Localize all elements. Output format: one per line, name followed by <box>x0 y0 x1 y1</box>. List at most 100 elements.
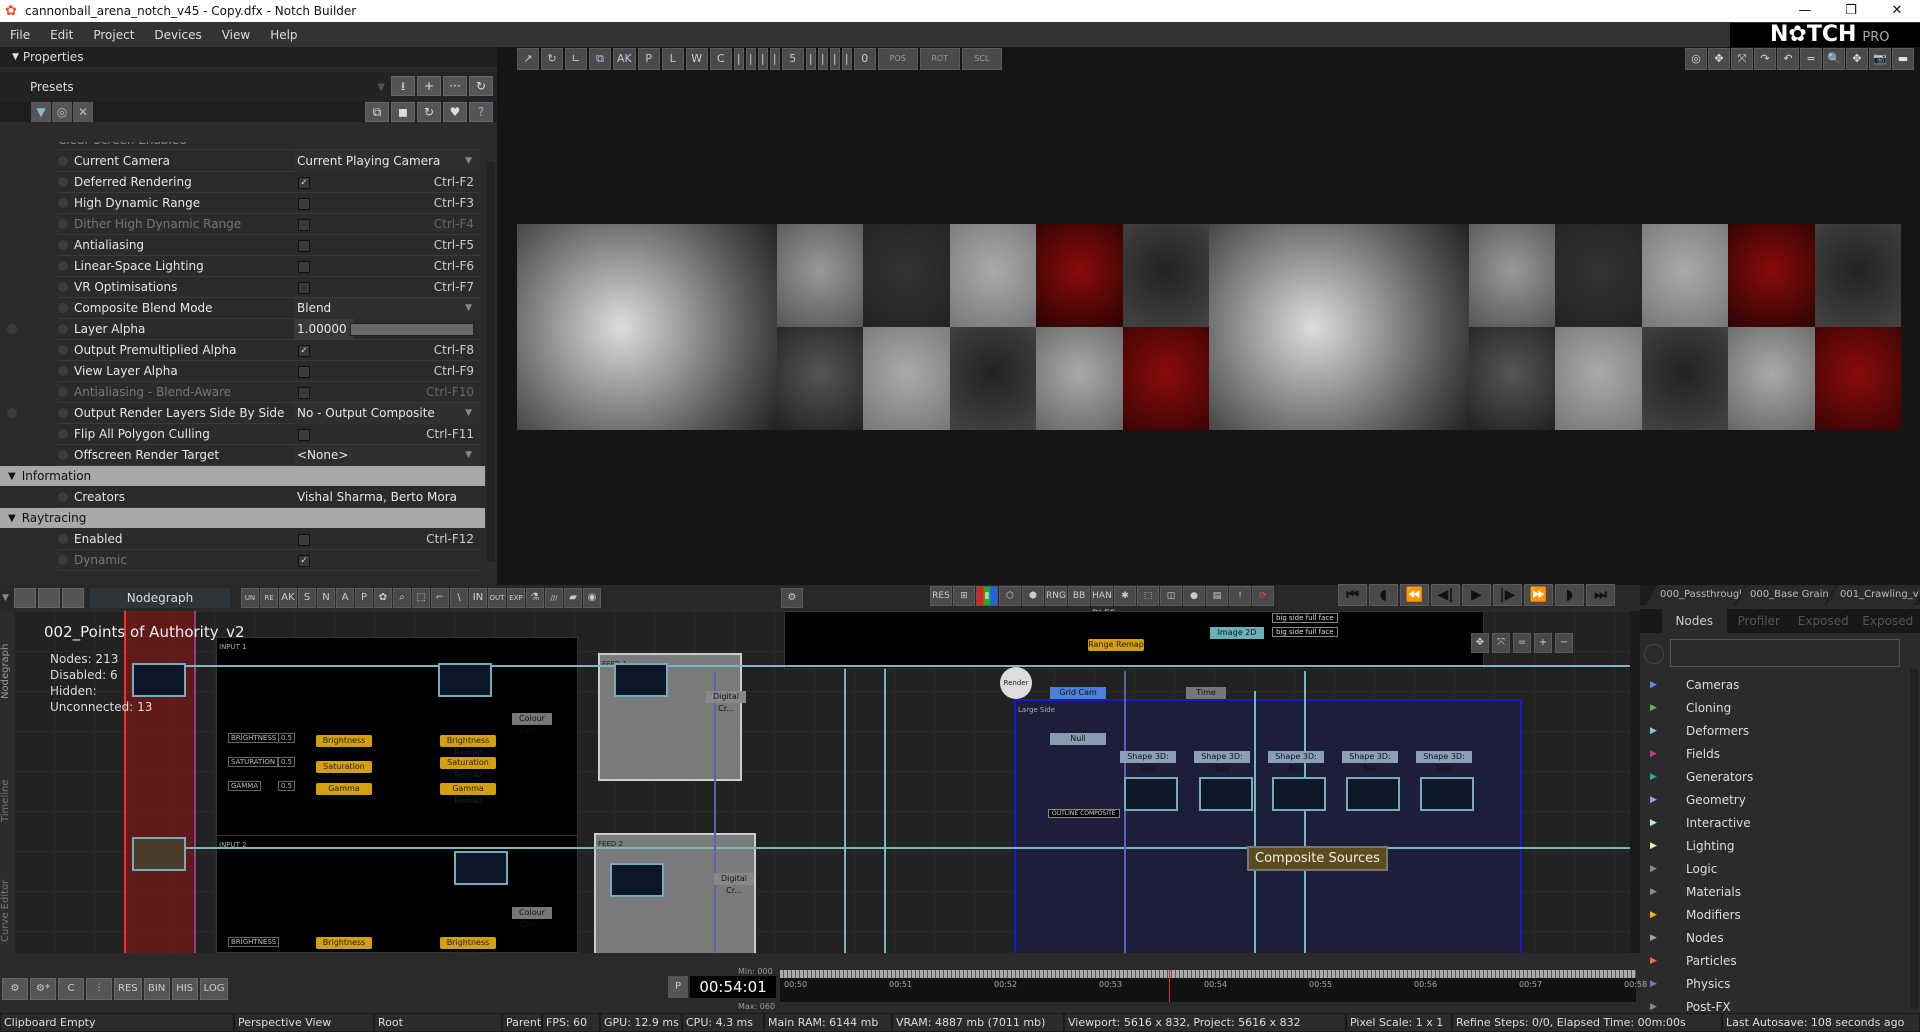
download-preset-button[interactable]: ⭳ <box>391 76 415 96</box>
label-big-side[interactable]: big side full face <box>1272 627 1338 637</box>
preview-tool-icon4[interactable]: ⬢ <box>1022 586 1044 606</box>
viewport-tool-[interactable]: | <box>745 48 756 70</box>
viewport-tool-[interactable]: | <box>805 48 816 70</box>
prev-marker-icon[interactable]: ◖ <box>1369 584 1398 606</box>
preview-tool-icon3[interactable]: ⬡ <box>999 586 1021 606</box>
favourite-icon[interactable]: ♥ <box>443 102 467 122</box>
category-deformers[interactable]: ▶ Deformers <box>1640 719 1910 742</box>
preview-tool-icon8[interactable]: ✱ <box>1114 586 1136 606</box>
file-tab[interactable]: 001_Crawling_v3 <box>1826 585 1920 605</box>
zoom-icon[interactable]: 🔍 <box>1823 48 1845 70</box>
skip-start-icon[interactable]: ⏮ <box>1338 584 1367 606</box>
layer-alpha-slider[interactable] <box>350 323 474 336</box>
render-node[interactable]: Render <box>1000 667 1032 699</box>
keyframe-icon[interactable] <box>58 366 68 376</box>
advanced-settings-icon[interactable]: ⚙* <box>30 978 56 1000</box>
shape-3d-node[interactable]: Shape 3D: Box <box>1342 751 1398 773</box>
output-premultiplied-alpha-checkbox[interactable]: ✓ <box>298 345 310 357</box>
camera-icon[interactable]: 📷 <box>1869 48 1891 70</box>
category-nodes[interactable]: ▶ Nodes <box>1640 926 1910 949</box>
menu-view[interactable]: View <box>212 28 260 42</box>
keyframe-icon[interactable] <box>58 282 68 292</box>
preview-tool-icon13[interactable]: ! <box>1229 586 1251 606</box>
section-raytracing[interactable]: ▼ Raytracing <box>0 508 485 528</box>
brightness-remap-node[interactable]: Brightness Remap <box>440 937 496 953</box>
param-brightness[interactable]: BRIGHTNESS <box>228 733 280 743</box>
preview-tool-icon2[interactable]: ▮ <box>976 586 998 606</box>
refresh-button[interactable]: ↻ <box>469 76 493 96</box>
nodegraph-canvas[interactable]: 002_Points of Authority_v2 Nodes: 213 Di… <box>14 611 1630 953</box>
keyframe-icon[interactable] <box>58 555 68 565</box>
timeline-ruler[interactable]: 00:50 00:51 00:52 00:53 00:54 00:55 00:56 00:57… <box>780 970 1647 1010</box>
video-node[interactable] <box>614 663 668 697</box>
category-generators[interactable]: ▶ Generators <box>1640 765 1910 788</box>
menu-devices[interactable]: Devices <box>144 28 211 42</box>
view-layer-alpha-checkbox[interactable] <box>298 366 310 378</box>
viewport-tool-rot[interactable]: ROT <box>919 48 960 70</box>
preview-tool-han-dles[interactable]: HAN DLES <box>1091 586 1115 619</box>
zoom-in-icon[interactable]: + <box>1534 633 1552 653</box>
fast-forward-icon[interactable]: ⏩ <box>1524 584 1553 606</box>
keyframe-icon[interactable] <box>58 219 68 229</box>
log-button[interactable]: LOG <box>199 978 229 1000</box>
video-node[interactable] <box>438 663 492 697</box>
categories-scrollbar[interactable] <box>1910 669 1918 1009</box>
rotate-ccw-icon[interactable]: ↶ <box>1777 48 1799 70</box>
keyframe-icon[interactable] <box>58 534 68 544</box>
param-saturation[interactable]: SATURATION <box>228 757 279 767</box>
audio-icon[interactable]: ⫶ <box>86 978 112 1000</box>
nodegraph-tool-icon11[interactable]: \ <box>450 588 468 608</box>
brightness-node[interactable]: Brightness <box>316 937 372 949</box>
keyframe-icon[interactable] <box>58 198 68 208</box>
zoom-out-icon[interactable]: − <box>1555 633 1573 653</box>
tab-nodes[interactable]: Nodes <box>1662 609 1727 633</box>
category-fields[interactable]: ▶ Fields <box>1640 742 1910 765</box>
pan-icon[interactable]: ✥ <box>1471 633 1489 653</box>
nodegraph-tool-out[interactable]: OUT <box>488 588 506 608</box>
nodegraph-tool-icon17[interactable]: ▰ <box>564 588 582 608</box>
copy-icon[interactable]: ⧉ <box>365 102 389 122</box>
tab-profiler[interactable]: Profiler <box>1727 609 1792 633</box>
colour-correct-node[interactable]: Colour Corr... <box>512 907 552 929</box>
video-node[interactable] <box>454 851 508 885</box>
viewport-tool-[interactable]: ⧉ <box>589 48 611 70</box>
menu-project[interactable]: Project <box>83 28 144 42</box>
res-button[interactable]: RES <box>114 978 142 1000</box>
time-node[interactable]: Time <box>1186 687 1226 699</box>
help-icon[interactable] <box>7 408 17 418</box>
saturation-node[interactable]: Saturation <box>316 761 372 773</box>
digital-crop-node[interactable]: Digital Cr... <box>706 691 746 713</box>
pane-stack-icon[interactable] <box>62 588 84 608</box>
minimize-button[interactable]: — <box>1782 0 1828 22</box>
move-icon[interactable]: ✥ <box>1708 48 1730 70</box>
fit-icon[interactable]: ⤧ <box>1731 48 1753 70</box>
flip-all-polygon-culling-checkbox[interactable] <box>298 429 310 441</box>
tab-timeline[interactable]: Timeline <box>0 761 14 841</box>
viewport-tool-c[interactable]: C <box>709 48 732 70</box>
video-node[interactable] <box>610 863 664 897</box>
timecode-display[interactable]: 00:54:01 <box>690 976 776 998</box>
keyframe-icon[interactable] <box>58 492 68 502</box>
keyframe-icon[interactable] <box>58 240 68 250</box>
viewport-tool-scl[interactable]: SCL <box>961 48 1002 70</box>
nodegraph-tool-p[interactable]: P <box>355 588 373 608</box>
brightness-node[interactable]: Brightness <box>316 735 372 747</box>
pan-icon[interactable]: ✥ <box>1846 48 1868 70</box>
category-particles[interactable]: ▶ Particles <box>1640 949 1910 972</box>
video-node[interactable] <box>132 663 186 697</box>
nodegraph-tool-icon7[interactable]: ✿ <box>374 588 392 608</box>
nodegraph-tool-icon16[interactable]: /// <box>545 588 563 608</box>
composite-node[interactable] <box>1346 777 1400 811</box>
node-search-input[interactable] <box>1670 639 1900 667</box>
target-icon[interactable]: ◎ <box>52 102 72 122</box>
clear-filter-icon[interactable]: ✕ <box>73 102 93 122</box>
vr-optimisations-checkbox[interactable] <box>298 282 310 294</box>
settings-icon[interactable]: ⚙ <box>2 978 28 1000</box>
connect-icon[interactable]: C <box>58 978 84 1000</box>
rotate-cw-icon[interactable]: ↷ <box>1754 48 1776 70</box>
keyframe-icon[interactable] <box>58 450 68 460</box>
more-button[interactable]: ··· <box>443 76 467 96</box>
null-node[interactable]: Null <box>1050 733 1106 745</box>
history-button[interactable]: HIS <box>171 978 198 1000</box>
nodegraph-tool-icon10[interactable]: ⌐ <box>431 588 449 608</box>
